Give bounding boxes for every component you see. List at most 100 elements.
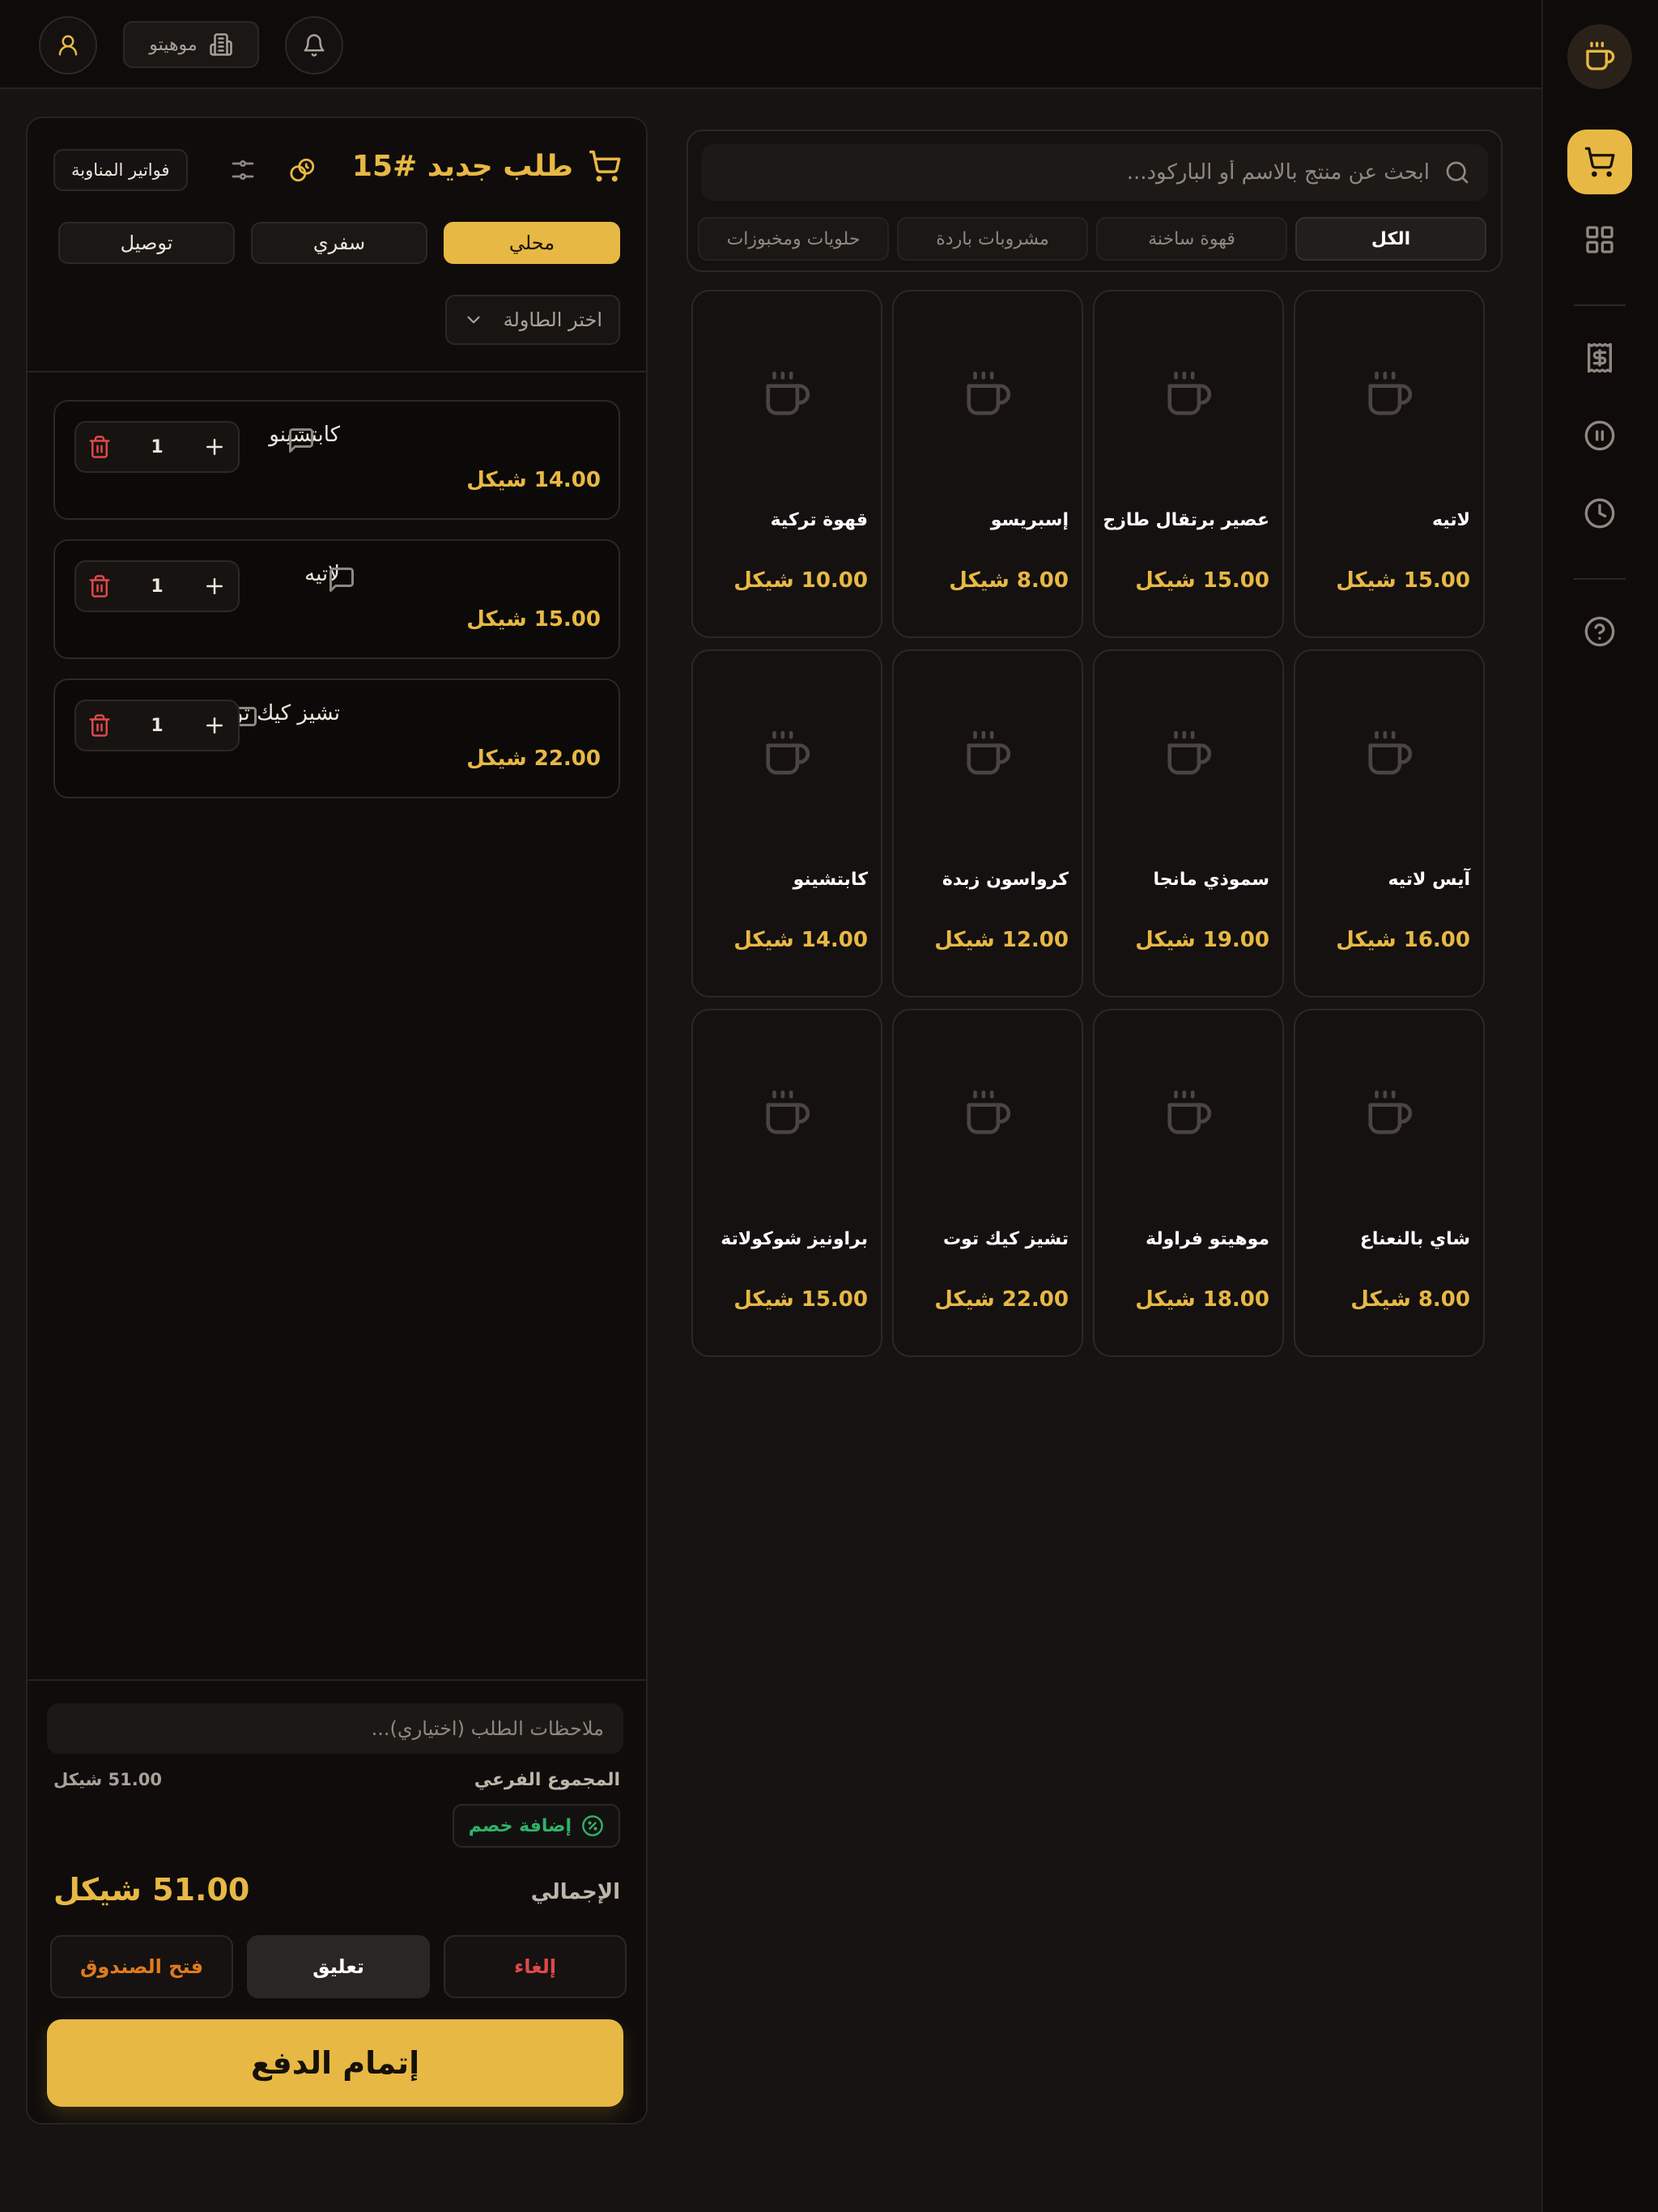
coffee-cup-icon [762, 369, 812, 419]
product-name: سموذي مانجا [1153, 870, 1269, 890]
hold-button[interactable]: تعليق [247, 1935, 430, 1998]
order-title: طلب جديد #15 [351, 149, 573, 183]
order-settings-button[interactable] [225, 152, 261, 188]
tab-category-all[interactable]: الكل [1295, 217, 1486, 261]
product-price: 15.00 شيكل [733, 1287, 868, 1312]
coffee-cup-icon [963, 729, 1013, 779]
tab-category-hot-coffee[interactable]: قهوة ساخنة [1096, 217, 1287, 261]
item-note-button[interactable] [287, 426, 316, 455]
product-card[interactable]: شاي بالنعناع 8.00 شيكل [1294, 1009, 1485, 1357]
sliders-icon [230, 157, 256, 183]
total-label: الإجمالي [530, 1880, 620, 1904]
branch-name: موهيتو [149, 34, 198, 55]
sidebar-item-held-orders[interactable] [1567, 403, 1632, 468]
tip-button[interactable] [285, 152, 321, 188]
cart-icon [1584, 146, 1616, 178]
product-price: 19.00 شيكل [1135, 928, 1269, 952]
open-drawer-button[interactable]: فتح الصندوق [50, 1935, 233, 1998]
sidebar-item-products[interactable] [1567, 207, 1632, 272]
discount-icon [581, 1814, 604, 1837]
sidebar-item-invoices[interactable] [1567, 325, 1632, 390]
product-name: موهيتو فراولة [1146, 1229, 1269, 1249]
product-card[interactable]: قهوة تركية 10.00 شيكل [691, 290, 882, 638]
product-card[interactable]: إسبريسو 8.00 شيكل [892, 290, 1083, 638]
product-card[interactable]: كابتشينو 14.00 شيكل [691, 649, 882, 998]
search-input[interactable] [719, 160, 1430, 185]
quantity-value: 1 [151, 436, 164, 457]
tab-category-cold-drinks[interactable]: مشروبات باردة [897, 217, 1088, 261]
table-select[interactable]: اختر الطاولة [445, 295, 620, 345]
tab-order-type-takeaway[interactable]: سفري [251, 222, 427, 264]
subtotal-value: 51.00 شيكل [53, 1770, 162, 1789]
sidebar [1541, 0, 1658, 2212]
product-card[interactable]: براونيز شوكولاتة 15.00 شيكل [691, 1009, 882, 1357]
product-card[interactable]: لاتيه 15.00 شيكل [1294, 290, 1485, 638]
notifications-button[interactable] [285, 16, 343, 74]
panel-divider [28, 1679, 646, 1681]
bell-icon [302, 33, 326, 57]
product-card[interactable]: آيس لاتيه 16.00 شيكل [1294, 649, 1485, 998]
product-price: 16.00 شيكل [1336, 928, 1470, 952]
product-price: 15.00 شيكل [1336, 568, 1470, 593]
subtotal-label: المجموع الفرعي [474, 1770, 620, 1790]
coffee-cup-icon [762, 729, 812, 779]
product-filter-bar: الكل قهوة ساخنة مشروبات باردة حلويات ومخ… [687, 130, 1503, 272]
product-name: براونيز شوكولاتة [721, 1229, 868, 1249]
delete-item-button[interactable] [87, 713, 112, 738]
help-icon [1584, 615, 1616, 648]
grid-icon [1584, 223, 1616, 256]
product-price: 15.00 شيكل [1135, 568, 1269, 593]
delete-item-button[interactable] [87, 574, 112, 598]
sidebar-divider [1574, 578, 1626, 580]
product-price: 10.00 شيكل [733, 568, 868, 593]
product-card[interactable]: موهيتو فراولة 18.00 شيكل [1093, 1009, 1284, 1357]
order-panel: طلب جديد #15 فواتير المناوبة محلي سفري ت… [26, 117, 648, 2125]
pause-icon [1584, 419, 1616, 452]
product-price: 8.00 شيكل [949, 568, 1069, 593]
sidebar-item-history[interactable] [1567, 481, 1632, 546]
delete-item-button[interactable] [87, 435, 112, 459]
coffee-cup-icon [963, 369, 1013, 419]
complete-payment-button[interactable]: إتمام الدفع [47, 2019, 623, 2107]
cart-item-price: 14.00 شيكل [466, 468, 601, 492]
product-name: كرواسون زبدة [942, 870, 1069, 890]
product-price: 12.00 شيكل [934, 928, 1069, 952]
coffee-cup-icon [1163, 729, 1214, 779]
user-icon [56, 33, 80, 57]
branch-selector[interactable]: موهيتو [123, 21, 259, 68]
shift-invoices-button[interactable]: فواتير المناوبة [53, 149, 188, 191]
user-profile-button[interactable] [39, 16, 97, 74]
quantity-stepper: 1 [74, 421, 240, 473]
quantity-value: 1 [151, 576, 164, 597]
increase-quantity-button[interactable] [202, 435, 227, 459]
chevron-down-icon [463, 309, 484, 330]
product-card[interactable]: كرواسون زبدة 12.00 شيكل [892, 649, 1083, 998]
product-name: لاتيه [1432, 510, 1470, 530]
coffee-cup-icon [1163, 1088, 1214, 1138]
cart-item-price: 15.00 شيكل [466, 607, 601, 632]
product-card[interactable]: سموذي مانجا 19.00 شيكل [1093, 649, 1284, 998]
cancel-button[interactable]: إلغاء [444, 1935, 627, 1998]
add-discount-button[interactable]: إضافة خصم [452, 1804, 620, 1848]
product-price: 18.00 شيكل [1135, 1287, 1269, 1312]
product-card[interactable]: عصير برتقال طازج 15.00 شيكل [1093, 290, 1284, 638]
increase-quantity-button[interactable] [202, 574, 227, 598]
sidebar-item-help[interactable] [1567, 599, 1632, 664]
coffee-cup-icon [1364, 369, 1414, 419]
sidebar-item-pos[interactable] [1567, 130, 1632, 194]
tab-category-desserts[interactable]: حلويات ومخبوزات [698, 217, 889, 261]
product-name: عصير برتقال طازج [1103, 510, 1269, 530]
cart-item-price: 22.00 شيكل [466, 747, 601, 771]
tab-order-type-delivery[interactable]: توصيل [58, 222, 235, 264]
increase-quantity-button[interactable] [202, 713, 227, 738]
product-name: كابتشينو [793, 870, 868, 890]
item-note-button[interactable] [327, 565, 356, 594]
order-notes-input[interactable] [47, 1704, 623, 1754]
coins-icon [289, 156, 317, 184]
product-card[interactable]: تشيز كيك توت 22.00 شيكل [892, 1009, 1083, 1357]
cart-item: كابتشينو 14.00 شيكل 1 [53, 400, 620, 520]
tab-order-type-dine-in[interactable]: محلي [444, 222, 620, 264]
quantity-stepper: 1 [74, 700, 240, 751]
table-select-label: اختر الطاولة [503, 308, 602, 331]
sidebar-divider [1574, 304, 1626, 306]
